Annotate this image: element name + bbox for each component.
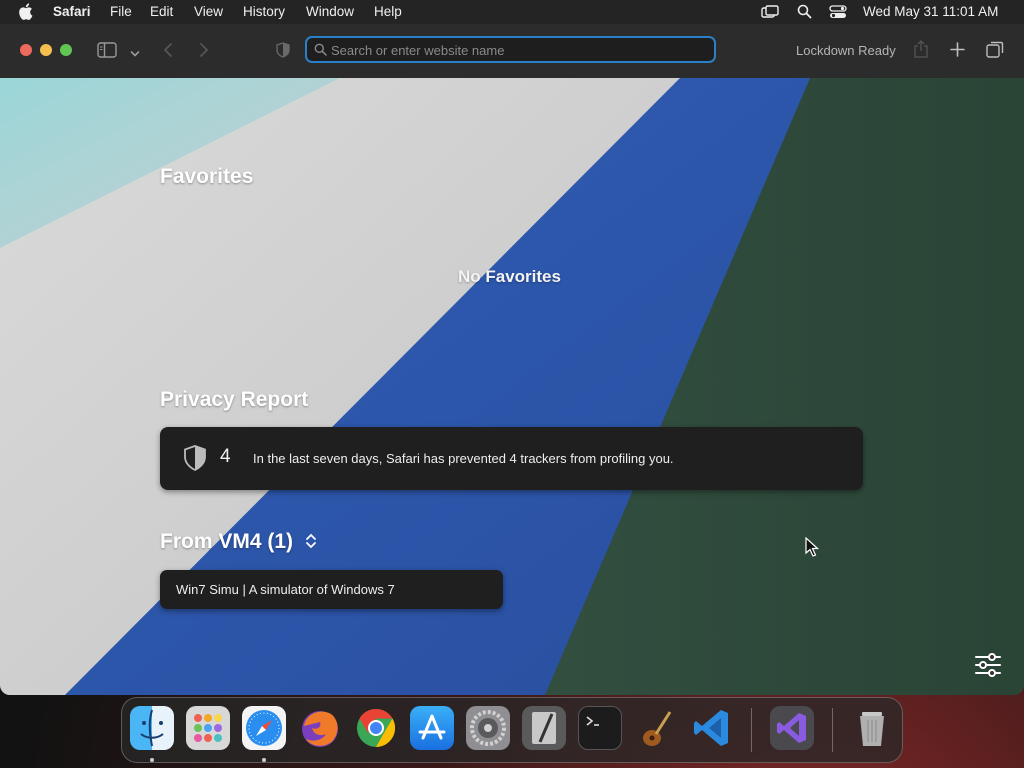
customize-start-page-icon[interactable] [974,653,1002,682]
control-center-icon[interactable] [829,5,847,22]
dock-launchpad-icon[interactable] [186,706,230,750]
forward-button-icon[interactable] [199,42,209,63]
favorites-heading: Favorites [160,165,254,188]
dock-chrome-icon[interactable] [354,706,398,750]
dock-finder-running-dot [150,758,154,762]
tab-overview-icon[interactable] [986,41,1004,63]
privacy-report-text: In the last seven days, Safari has preve… [253,451,674,466]
no-favorites-label: No Favorites [458,267,561,286]
from-device-heading[interactable]: From VM4 (1) [160,530,293,554]
menu-bar: Safari File Edit View History Window Hel… [0,0,1024,24]
new-tab-icon[interactable] [950,42,965,62]
dock-app-store-icon[interactable] [410,706,454,750]
start-page: Favorites No Favorites Privacy Report 4 … [0,78,1024,695]
privacy-report-heading[interactable]: Privacy Report [160,388,308,412]
dock-finder-icon[interactable] [130,706,174,750]
privacy-shield-icon[interactable] [276,42,290,63]
dock-visual-studio-icon[interactable] [770,706,814,750]
dock-safari-icon[interactable] [242,706,286,750]
toolbar: Lockdown Ready [0,24,1024,79]
start-page-background [0,78,1024,695]
search-icon [314,43,327,61]
tracker-count: 4 [220,446,231,467]
dock-vscode-icon[interactable] [690,706,734,750]
cloud-tab-title: Win7 Simu | A simulator of Windows 7 [176,582,395,597]
menu-help[interactable]: Help [374,4,402,19]
menu-history[interactable]: History [243,4,285,19]
dock-script-editor-icon[interactable] [522,706,566,750]
dock-trash-icon[interactable] [850,706,894,750]
device-selector-chevron-icon[interactable] [304,532,318,555]
spotlight-search-icon[interactable] [797,4,812,22]
menu-clock[interactable]: Wed May 31 11:01 AM [863,4,998,19]
zoom-window-button[interactable] [60,44,72,56]
menu-file[interactable]: File [110,4,132,19]
share-icon[interactable] [913,40,929,63]
sidebar-toggle-icon[interactable] [97,42,117,63]
apple-menu-icon[interactable] [18,3,33,23]
menu-edit[interactable]: Edit [150,4,173,19]
dock-terminal-icon[interactable] [578,706,622,750]
close-window-button[interactable] [20,44,32,56]
mouse-cursor-icon [805,536,820,562]
menu-view[interactable]: View [194,4,223,19]
menu-app-name[interactable]: Safari [53,4,91,19]
dock-separator [751,708,752,752]
dock-instruments-icon[interactable] [634,706,678,750]
search-input[interactable] [329,38,713,63]
dock-separator [832,708,833,752]
privacy-report-card[interactable]: 4 In the last seven days, Safari has pre… [160,427,863,490]
back-button-icon[interactable] [163,42,173,63]
safari-window: Lockdown Ready [0,24,1024,695]
sidebar-menu-chevron-icon[interactable] [130,45,140,63]
dock-system-settings-icon[interactable] [466,706,510,750]
menu-window[interactable]: Window [306,4,354,19]
privacy-shield-icon [184,445,206,476]
cloud-tab-item[interactable]: Win7 Simu | A simulator of Windows 7 [160,570,503,609]
dock-firefox-icon[interactable] [298,706,342,750]
dock-safari-running-dot [262,758,266,762]
dock [121,697,903,763]
screen-mirroring-icon[interactable] [761,5,779,22]
minimize-window-button[interactable] [40,44,52,56]
address-bar[interactable] [305,36,716,63]
lockdown-ready-label: Lockdown Ready [796,43,896,58]
